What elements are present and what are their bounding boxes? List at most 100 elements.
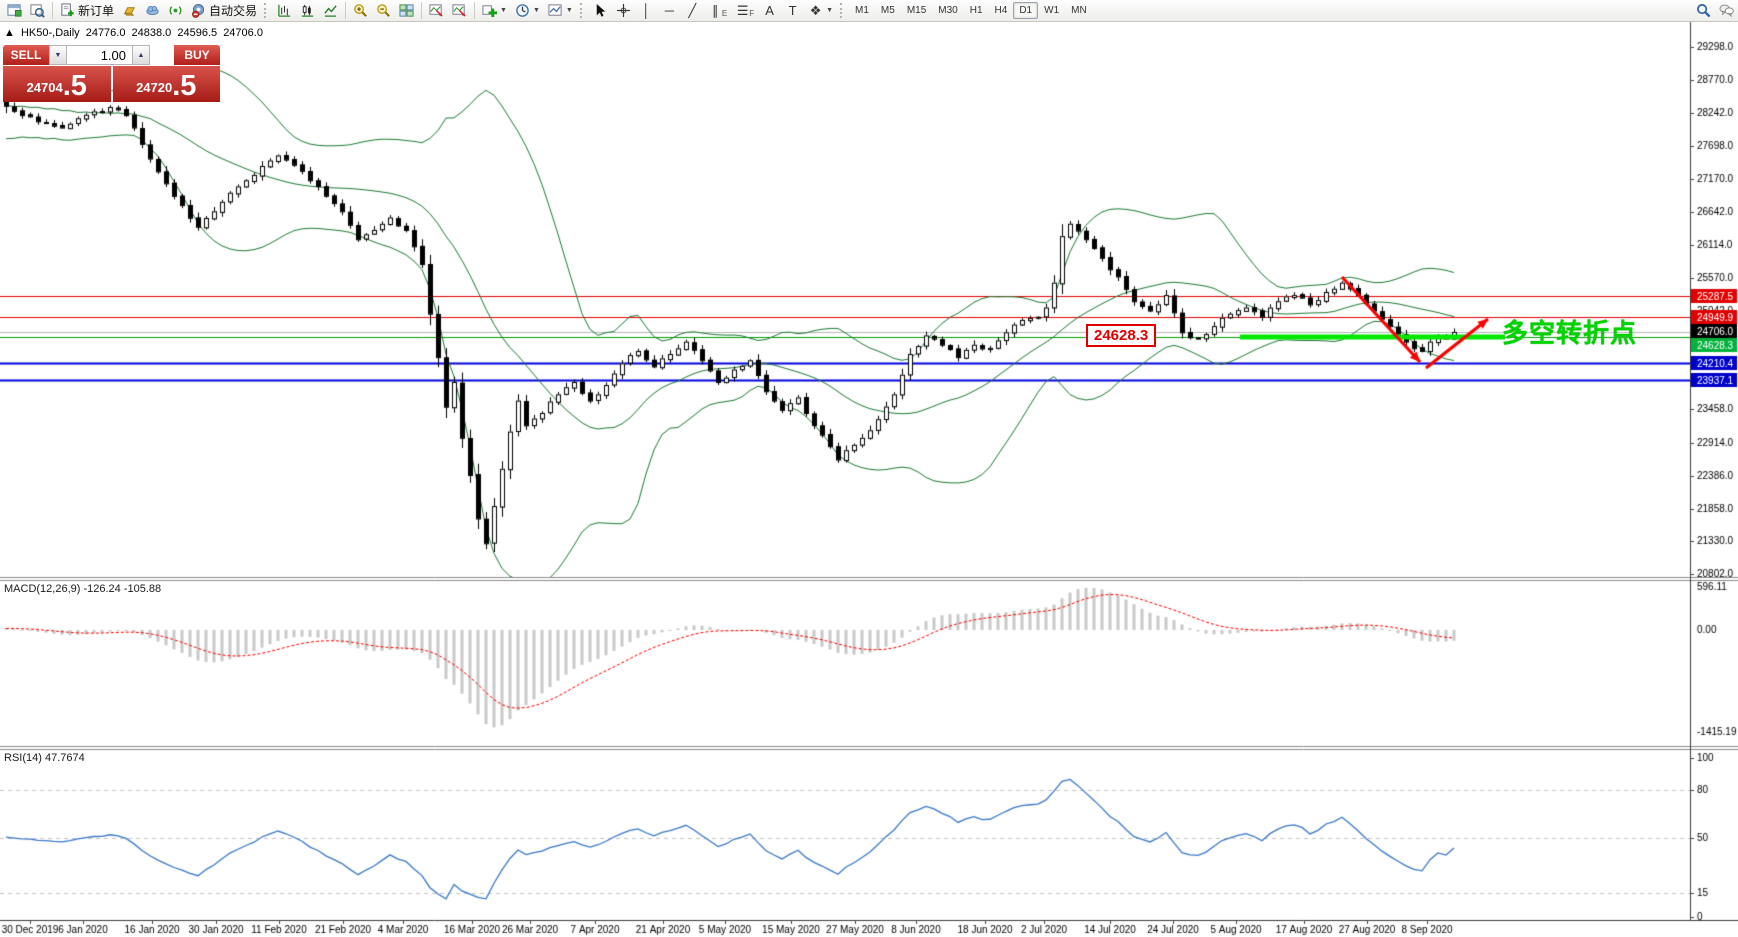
ohlc-open: 24776.0	[86, 27, 126, 39]
timeframe-h4-button[interactable]: H4	[989, 2, 1014, 19]
cursor-button[interactable]	[589, 0, 612, 22]
timeframe-m1-button[interactable]: M1	[849, 2, 875, 19]
equidistant-channel-icon: ∥	[708, 3, 723, 18]
buy-button[interactable]: BUY	[174, 45, 220, 65]
fibonacci-icon: ☰	[735, 3, 750, 18]
profiles-button[interactable]	[26, 0, 49, 22]
vertical-line-button[interactable]: │	[635, 0, 658, 22]
tile-windows-button[interactable]	[395, 0, 418, 22]
chat-button[interactable]	[1715, 0, 1738, 22]
indicators-button[interactable]	[425, 0, 448, 22]
chat-icon	[1719, 3, 1734, 18]
trendline-icon: ╱	[685, 3, 700, 18]
indicator-list-button[interactable]	[448, 0, 471, 22]
templates-button[interactable]: ▼	[544, 0, 577, 22]
periods-button[interactable]: ▼	[511, 0, 544, 22]
zoom-in-icon	[353, 3, 368, 18]
toolbar-separator	[474, 2, 475, 19]
toolbar-separator	[345, 2, 346, 19]
toolbar-drag-handle[interactable]	[840, 3, 846, 18]
arrows-icon: ❖	[808, 3, 823, 18]
periods-dropdown-icon[interactable]: ▼	[533, 7, 540, 14]
add-indicator-button[interactable]: ▼	[478, 0, 511, 22]
rsi-label: RSI(14)	[4, 752, 42, 764]
text-button[interactable]: A	[758, 0, 781, 22]
search-button[interactable]	[1692, 0, 1715, 22]
horizontal-line-button[interactable]: ─	[658, 0, 681, 22]
autotrading-label: 自动交易	[209, 2, 257, 19]
tile-windows-icon	[399, 3, 414, 18]
bar-chart-button[interactable]	[273, 0, 296, 22]
horizontal-line-icon: ─	[662, 3, 677, 18]
indicators-icon	[429, 3, 444, 18]
mt4-window: 新订单自动交易▼▼▼│─╱∥E☰FAT❖▼M1M5M15M30H1H4D1W1M…	[0, 0, 1738, 937]
autotrading-button[interactable]: 自动交易	[187, 0, 261, 22]
sell-price-frac: .5	[63, 73, 87, 100]
metaeditor-button[interactable]	[118, 0, 141, 22]
buy-price-main: 24720	[136, 76, 172, 100]
macd-label: MACD(12,26,9)	[4, 583, 80, 595]
turning-point-annotation[interactable]: 多空转折点	[1502, 313, 1637, 350]
cursor-icon	[593, 3, 608, 18]
new-order-button[interactable]: 新订单	[56, 0, 118, 22]
timeframe-m5-button[interactable]: M5	[875, 2, 901, 19]
volume-increase-button[interactable]: ▲	[132, 45, 150, 65]
candle-chart-icon	[300, 3, 315, 18]
arrows-button[interactable]: ❖▼	[804, 0, 837, 22]
timeframe-m30-button[interactable]: M30	[932, 2, 963, 19]
periods-icon	[515, 3, 530, 18]
timeframe-h1-button[interactable]: H1	[964, 2, 989, 19]
new-chart-button[interactable]	[3, 0, 26, 22]
text-label-button[interactable]: T	[781, 0, 804, 22]
timeframe-mn-button[interactable]: MN	[1065, 2, 1093, 19]
equidistant-channel-button[interactable]: ∥E	[704, 0, 731, 22]
sell-price[interactable]: 24704 .5	[3, 66, 111, 102]
macd-value-signal: -105.88	[124, 583, 161, 595]
buy-price[interactable]: 24720 .5	[113, 66, 221, 102]
ohlc-close: 24706.0	[223, 27, 263, 39]
fibonacci-sub-label: F	[749, 9, 754, 18]
toolbar-drag-handle[interactable]	[264, 3, 270, 18]
arrows-dropdown-icon[interactable]: ▼	[826, 7, 833, 14]
experts-button[interactable]	[141, 0, 164, 22]
ohlc-high: 24838.0	[132, 27, 172, 39]
volume-input[interactable]: 1.00	[67, 45, 132, 65]
templates-dropdown-icon[interactable]: ▼	[566, 7, 573, 14]
signals-button[interactable]	[164, 0, 187, 22]
timeframe-m15-button[interactable]: M15	[901, 2, 932, 19]
add-indicator-icon	[482, 3, 497, 18]
search-icon	[1696, 3, 1711, 18]
toolbar-drag-handle[interactable]	[580, 3, 586, 18]
volume-decrease-button[interactable]: ▼	[49, 45, 67, 65]
line-chart-button[interactable]	[319, 0, 342, 22]
one-click-trade-panel: SELL ▼ 1.00 ▲ BUY 24704 .5 24720 .5	[3, 45, 220, 102]
bar-chart-icon	[277, 3, 292, 18]
fibonacci-button[interactable]: ☰F	[731, 0, 758, 22]
trendline-button[interactable]: ╱	[681, 0, 704, 22]
text-icon: A	[762, 3, 777, 18]
sell-button[interactable]: SELL	[3, 45, 49, 65]
toolbar-separator	[52, 2, 53, 19]
price-level-callout[interactable]: 24628.3	[1086, 324, 1156, 347]
rsi-indicator-header: RSI(14) 47.7674	[4, 752, 85, 764]
crosshair-button[interactable]	[612, 0, 635, 22]
autotrading-icon	[191, 3, 206, 18]
signals-icon	[168, 3, 183, 18]
candle-chart-button[interactable]	[296, 0, 319, 22]
symbol-name: HK50-,Daily	[21, 27, 80, 39]
indicator-list-icon	[452, 3, 467, 18]
zoom-in-button[interactable]	[349, 0, 372, 22]
timeframe-d1-button[interactable]: D1	[1013, 2, 1038, 19]
chart-canvas[interactable]	[0, 0, 1738, 937]
toolbar-separator	[421, 2, 422, 19]
collapse-arrow-icon[interactable]: ▲	[4, 27, 15, 39]
add-indicator-dropdown-icon[interactable]: ▼	[500, 7, 507, 14]
new-chart-icon	[7, 3, 22, 18]
buy-price-frac: .5	[172, 73, 196, 100]
rsi-value: 47.7674	[45, 752, 85, 764]
zoom-out-button[interactable]	[372, 0, 395, 22]
timeframe-w1-button[interactable]: W1	[1038, 2, 1065, 19]
templates-icon	[548, 3, 563, 18]
experts-icon	[145, 3, 160, 18]
main-toolbar: 新订单自动交易▼▼▼│─╱∥E☰FAT❖▼M1M5M15M30H1H4D1W1M…	[0, 0, 1738, 22]
